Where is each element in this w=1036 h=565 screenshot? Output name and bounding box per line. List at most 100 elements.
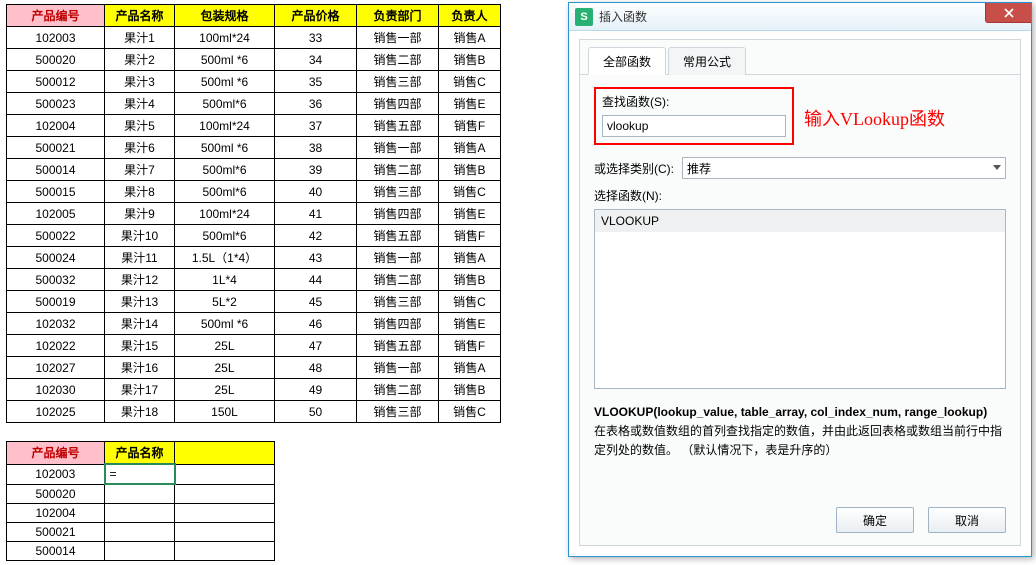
table-cell[interactable]: 47 [275,335,357,357]
table-cell[interactable]: 果汁17 [105,379,175,401]
table-cell[interactable]: 销售一部 [357,247,439,269]
table-cell[interactable]: 销售B [439,269,501,291]
table-cell[interactable]: 销售E [439,93,501,115]
table-cell[interactable]: 销售C [439,181,501,203]
table-row[interactable]: 500020果汁2500ml *634销售二部销售B [7,49,501,71]
table-cell[interactable]: 100ml*24 [175,27,275,49]
table-cell[interactable]: 果汁9 [105,203,175,225]
table-cell[interactable]: 500023 [7,93,105,115]
table-cell[interactable]: 41 [275,203,357,225]
lookup-id-cell[interactable]: 500014 [7,541,105,560]
search-function-input[interactable] [602,115,786,137]
table-cell[interactable]: 销售一部 [357,357,439,379]
table-cell[interactable]: 500032 [7,269,105,291]
lookup-blank-cell[interactable] [175,484,275,503]
table-cell[interactable]: 销售B [439,379,501,401]
lookup-blank-cell[interactable] [175,503,275,522]
table-cell[interactable]: 销售C [439,291,501,313]
table-row[interactable]: 500020 [7,484,275,503]
table-cell[interactable]: 销售四部 [357,93,439,115]
ok-button[interactable]: 确定 [836,507,914,533]
table-cell[interactable]: 102025 [7,401,105,423]
lookup-id-cell[interactable]: 500021 [7,522,105,541]
table-cell[interactable]: 果汁4 [105,93,175,115]
table-cell[interactable]: 销售二部 [357,49,439,71]
table-cell[interactable]: 果汁14 [105,313,175,335]
table-cell[interactable]: 500024 [7,247,105,269]
tab-common-formulas[interactable]: 常用公式 [668,47,746,75]
table-row[interactable]: 500024果汁111.5L（1*4）43销售一部销售A [7,247,501,269]
table-cell[interactable]: 500ml*6 [175,181,275,203]
table-cell[interactable]: 102003 [7,27,105,49]
table-cell[interactable]: 果汁13 [105,291,175,313]
lookup-name-cell[interactable] [105,522,175,541]
table-cell[interactable]: 102004 [7,115,105,137]
table-cell[interactable]: 37 [275,115,357,137]
table-row[interactable]: 102030果汁1725L49销售二部销售B [7,379,501,401]
close-button[interactable] [985,3,1031,23]
lookup-id-cell[interactable]: 102003 [7,464,105,484]
lookup-name-cell[interactable] [105,541,175,560]
tab-all-functions[interactable]: 全部函数 [588,47,666,75]
table-cell[interactable]: 500014 [7,159,105,181]
table-cell[interactable]: 34 [275,49,357,71]
table-cell[interactable]: 销售一部 [357,27,439,49]
table-cell[interactable]: 果汁3 [105,71,175,93]
table-cell[interactable]: 销售三部 [357,291,439,313]
table-cell[interactable]: 33 [275,27,357,49]
table-cell[interactable]: 销售B [439,49,501,71]
table-cell[interactable]: 销售A [439,27,501,49]
table-row[interactable]: 500022果汁10500ml*642销售五部销售F [7,225,501,247]
table-cell[interactable]: 销售B [439,159,501,181]
table-row[interactable]: 500014果汁7500ml*639销售二部销售B [7,159,501,181]
table-cell[interactable]: 150L [175,401,275,423]
table-cell[interactable]: 102030 [7,379,105,401]
table-cell[interactable]: 销售三部 [357,181,439,203]
table-cell[interactable]: 500015 [7,181,105,203]
table-cell[interactable]: 果汁7 [105,159,175,181]
table-cell[interactable]: 销售三部 [357,401,439,423]
table-cell[interactable]: 500ml*6 [175,225,275,247]
lookup-name-cell[interactable] [105,484,175,503]
table-cell[interactable]: 48 [275,357,357,379]
lookup-name-cell[interactable]: = [105,464,175,484]
table-cell[interactable]: 销售二部 [357,269,439,291]
table-cell[interactable]: 102032 [7,313,105,335]
table-cell[interactable]: 果汁1 [105,27,175,49]
table-cell[interactable]: 50 [275,401,357,423]
table-cell[interactable]: 500ml *6 [175,313,275,335]
table-row[interactable]: 500015果汁8500ml*640销售三部销售C [7,181,501,203]
table-cell[interactable]: 500ml *6 [175,49,275,71]
table-cell[interactable]: 销售A [439,137,501,159]
table-cell[interactable]: 销售A [439,357,501,379]
table-cell[interactable]: 100ml*24 [175,115,275,137]
table-cell[interactable]: 49 [275,379,357,401]
table-cell[interactable]: 销售四部 [357,203,439,225]
table-cell[interactable]: 销售E [439,203,501,225]
table-row[interactable]: 102022果汁1525L47销售五部销售F [7,335,501,357]
table-cell[interactable]: 25L [175,379,275,401]
table-cell[interactable]: 35 [275,71,357,93]
table-row[interactable]: 102004果汁5100ml*2437销售五部销售F [7,115,501,137]
table-cell[interactable]: 500ml*6 [175,93,275,115]
table-row[interactable]: 500012果汁3500ml *635销售三部销售C [7,71,501,93]
table-row[interactable]: 102003果汁1100ml*2433销售一部销售A [7,27,501,49]
table-cell[interactable]: 果汁8 [105,181,175,203]
table-cell[interactable]: 40 [275,181,357,203]
category-select[interactable]: 推荐 [682,157,1006,179]
table-cell[interactable]: 果汁18 [105,401,175,423]
table-row[interactable]: 500021 [7,522,275,541]
cancel-button[interactable]: 取消 [928,507,1006,533]
table-cell[interactable]: 38 [275,137,357,159]
table-cell[interactable]: 1L*4 [175,269,275,291]
table-cell[interactable]: 销售F [439,115,501,137]
table-cell[interactable]: 46 [275,313,357,335]
table-cell[interactable]: 500ml *6 [175,137,275,159]
lookup-blank-cell[interactable] [175,541,275,560]
table-cell[interactable]: 42 [275,225,357,247]
table-cell[interactable]: 5L*2 [175,291,275,313]
table-row[interactable]: 102027果汁1625L48销售一部销售A [7,357,501,379]
table-cell[interactable]: 100ml*24 [175,203,275,225]
table-cell[interactable]: 销售二部 [357,379,439,401]
lookup-blank-cell[interactable] [175,522,275,541]
